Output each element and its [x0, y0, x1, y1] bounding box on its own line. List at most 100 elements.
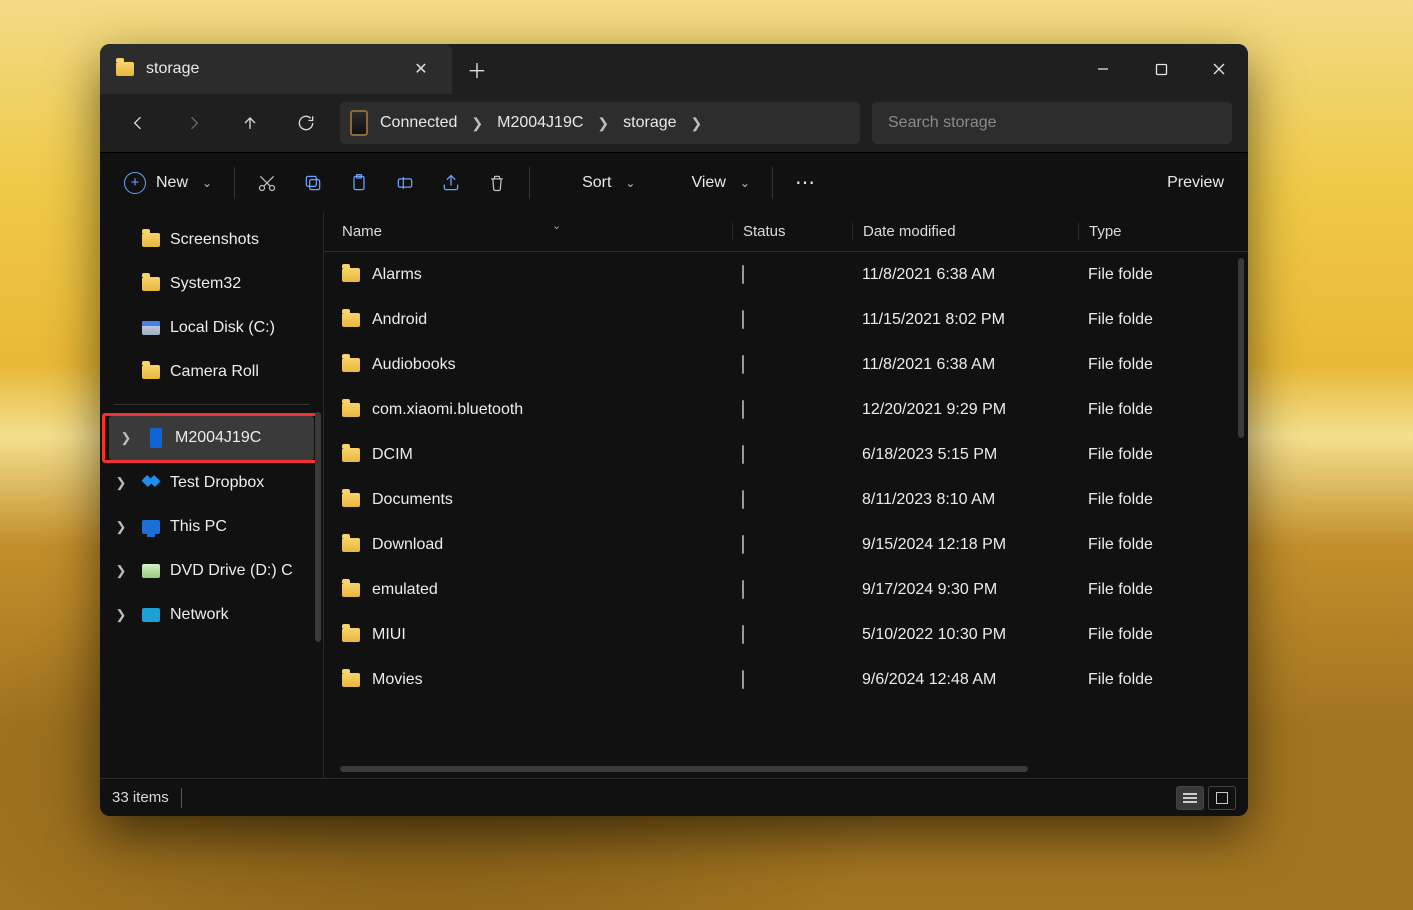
- file-date: 5/10/2022 10:30 PM: [852, 626, 1078, 644]
- sort-indicator-icon: ⌄: [552, 219, 561, 232]
- sidebar-quick-item[interactable]: Local Disk (C:): [104, 306, 319, 350]
- file-name: com.xiaomi.bluetooth: [372, 401, 523, 419]
- file-row[interactable]: MIUI 5/10/2022 10:30 PM File folde: [324, 612, 1248, 657]
- close-window-button[interactable]: [1190, 44, 1248, 94]
- back-button[interactable]: [116, 104, 160, 142]
- folder-icon: [342, 538, 360, 552]
- device-icon: [350, 110, 368, 136]
- maximize-button[interactable]: [1132, 44, 1190, 94]
- device-status-icon: [742, 310, 744, 329]
- expand-icon[interactable]: ❯: [110, 563, 132, 579]
- new-tab-button[interactable]: ＋: [452, 44, 502, 94]
- column-type[interactable]: Type: [1078, 223, 1248, 240]
- sidebar-tree-item[interactable]: ❯M2004J19C: [109, 416, 314, 460]
- file-date: 8/11/2023 8:10 AM: [852, 491, 1078, 509]
- file-date: 9/15/2024 12:18 PM: [852, 536, 1078, 554]
- tab-storage[interactable]: storage ✕: [100, 44, 452, 94]
- file-type: File folde: [1078, 581, 1248, 599]
- preview-button[interactable]: Preview: [1125, 167, 1234, 199]
- column-date[interactable]: Date modified: [852, 223, 1078, 240]
- expand-icon[interactable]: ❯: [110, 607, 132, 623]
- horizontal-scrollbar[interactable]: [340, 766, 1028, 772]
- file-type: File folde: [1078, 491, 1248, 509]
- file-name: MIUI: [372, 626, 406, 644]
- device-status-icon: [742, 355, 744, 374]
- toolbar: + New ⌄: [100, 152, 1248, 212]
- share-button[interactable]: [431, 165, 471, 201]
- navbar: Connected ❯ M2004J19C ❯ storage ❯ Search…: [100, 94, 1248, 152]
- search-input[interactable]: Search storage: [872, 102, 1232, 144]
- file-row[interactable]: DCIM 6/18/2023 5:15 PM File folde: [324, 432, 1248, 477]
- sidebar-tree-item[interactable]: ❯Network: [104, 593, 319, 637]
- expand-icon[interactable]: ❯: [115, 430, 137, 446]
- copy-button[interactable]: [293, 165, 333, 201]
- column-headers: Name ⌄ Status Date modified Type: [324, 212, 1248, 252]
- file-row[interactable]: Android 11/15/2021 8:02 PM File folde: [324, 297, 1248, 342]
- close-tab-button[interactable]: ✕: [406, 59, 436, 79]
- folder-icon: [142, 365, 160, 379]
- sidebar-scrollbar[interactable]: [315, 412, 321, 642]
- forward-button[interactable]: [172, 104, 216, 142]
- file-explorer-window: storage ✕ ＋: [100, 44, 1248, 816]
- cut-button[interactable]: [247, 165, 287, 201]
- column-status[interactable]: Status: [732, 223, 852, 240]
- new-button[interactable]: + New ⌄: [114, 166, 222, 200]
- device-status-icon: [742, 535, 744, 554]
- sidebar-quick-item[interactable]: Screenshots: [104, 218, 319, 262]
- paste-button[interactable]: [339, 165, 379, 201]
- up-button[interactable]: [228, 104, 272, 142]
- delete-button[interactable]: [477, 165, 517, 201]
- rename-button[interactable]: [385, 165, 425, 201]
- file-row[interactable]: Movies 9/6/2024 12:48 AM File folde: [324, 657, 1248, 702]
- file-row[interactable]: com.xiaomi.bluetooth 12/20/2021 9:29 PM …: [324, 387, 1248, 432]
- expand-icon[interactable]: ❯: [110, 475, 132, 491]
- file-row[interactable]: emulated 9/17/2024 9:30 PM File folde: [324, 567, 1248, 612]
- refresh-button[interactable]: [284, 104, 328, 142]
- folder-icon: [342, 493, 360, 507]
- breadcrumb[interactable]: Connected ❯ M2004J19C ❯ storage ❯: [340, 102, 860, 144]
- file-name: Documents: [372, 491, 453, 509]
- folder-icon: [342, 583, 360, 597]
- statusbar: 33 items: [100, 778, 1248, 816]
- device-status-icon: [742, 580, 744, 599]
- file-date: 9/6/2024 12:48 AM: [852, 671, 1078, 689]
- chevron-down-icon: ⌄: [740, 176, 750, 190]
- file-name: DCIM: [372, 446, 413, 464]
- folder-icon: [342, 673, 360, 687]
- breadcrumb-item-0: Connected: [370, 102, 467, 144]
- device-status-icon: [742, 490, 744, 509]
- details-view-toggle[interactable]: [1176, 786, 1204, 810]
- sort-button[interactable]: Sort ⌄: [542, 167, 645, 199]
- column-name[interactable]: Name ⌄: [342, 223, 732, 240]
- file-row[interactable]: Documents 8/11/2023 8:10 AM File folde: [324, 477, 1248, 522]
- view-button[interactable]: View ⌄: [651, 167, 759, 199]
- vertical-scrollbar[interactable]: [1238, 258, 1244, 438]
- folder-icon: [342, 268, 360, 282]
- device-status-icon: [742, 670, 744, 689]
- file-row[interactable]: Audiobooks 11/8/2021 6:38 AM File folde: [324, 342, 1248, 387]
- chevron-right-icon: ❯: [469, 115, 485, 132]
- folder-icon: [342, 628, 360, 642]
- file-type: File folde: [1078, 401, 1248, 419]
- expand-icon[interactable]: ❯: [110, 519, 132, 535]
- sort-icon: [552, 173, 572, 193]
- file-row[interactable]: Alarms 11/8/2021 6:38 AM File folde: [324, 252, 1248, 297]
- sidebar-tree-item[interactable]: ❯Test Dropbox: [104, 461, 319, 505]
- sidebar-quick-item[interactable]: Camera Roll: [104, 350, 319, 394]
- minimize-button[interactable]: [1074, 44, 1132, 94]
- thumbnails-view-toggle[interactable]: [1208, 786, 1236, 810]
- folder-icon: [142, 277, 160, 291]
- sidebar-tree-item[interactable]: ❯DVD Drive (D:) C: [104, 549, 319, 593]
- file-name: Audiobooks: [372, 356, 456, 374]
- item-count: 33 items: [112, 789, 169, 806]
- file-type: File folde: [1078, 311, 1248, 329]
- sidebar-tree-item[interactable]: ❯This PC: [104, 505, 319, 549]
- dropbox-icon: [142, 475, 160, 491]
- sidebar-quick-item[interactable]: System32: [104, 262, 319, 306]
- folder-icon: [342, 403, 360, 417]
- sidebar: ScreenshotsSystem32Local Disk (C:)Camera…: [100, 212, 324, 778]
- file-row[interactable]: Download 9/15/2024 12:18 PM File folde: [324, 522, 1248, 567]
- more-button[interactable]: ⋯: [785, 165, 825, 201]
- file-type: File folde: [1078, 671, 1248, 689]
- file-date: 6/18/2023 5:15 PM: [852, 446, 1078, 464]
